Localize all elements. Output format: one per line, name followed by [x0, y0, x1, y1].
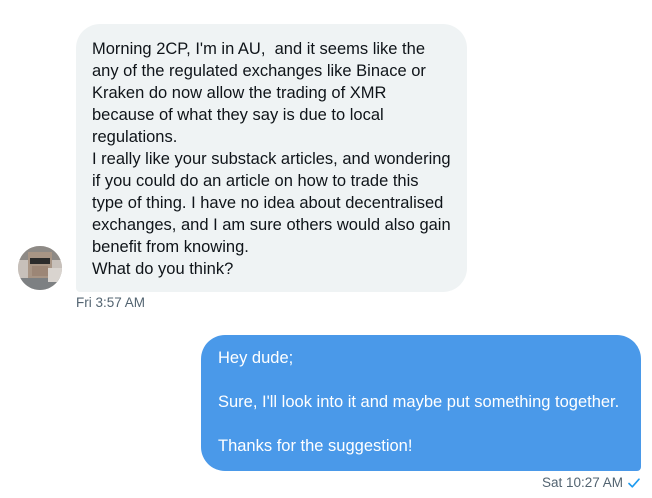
outgoing-message-timestamp: Sat 10:27 AM — [541, 475, 623, 490]
outgoing-message-bubble[interactable]: Hey dude; Sure, I'll look into it and ma… — [201, 335, 641, 471]
outgoing-message-meta: Sat 10:27 AM — [542, 475, 641, 491]
incoming-message-bubble[interactable]: Morning 2CP, I'm in AU, and it seems lik… — [76, 24, 467, 292]
check-icon — [627, 476, 641, 490]
avatar[interactable] — [18, 246, 62, 290]
incoming-message-timestamp: Fri 3:57 AM — [76, 295, 146, 310]
avatar-image — [18, 246, 62, 290]
